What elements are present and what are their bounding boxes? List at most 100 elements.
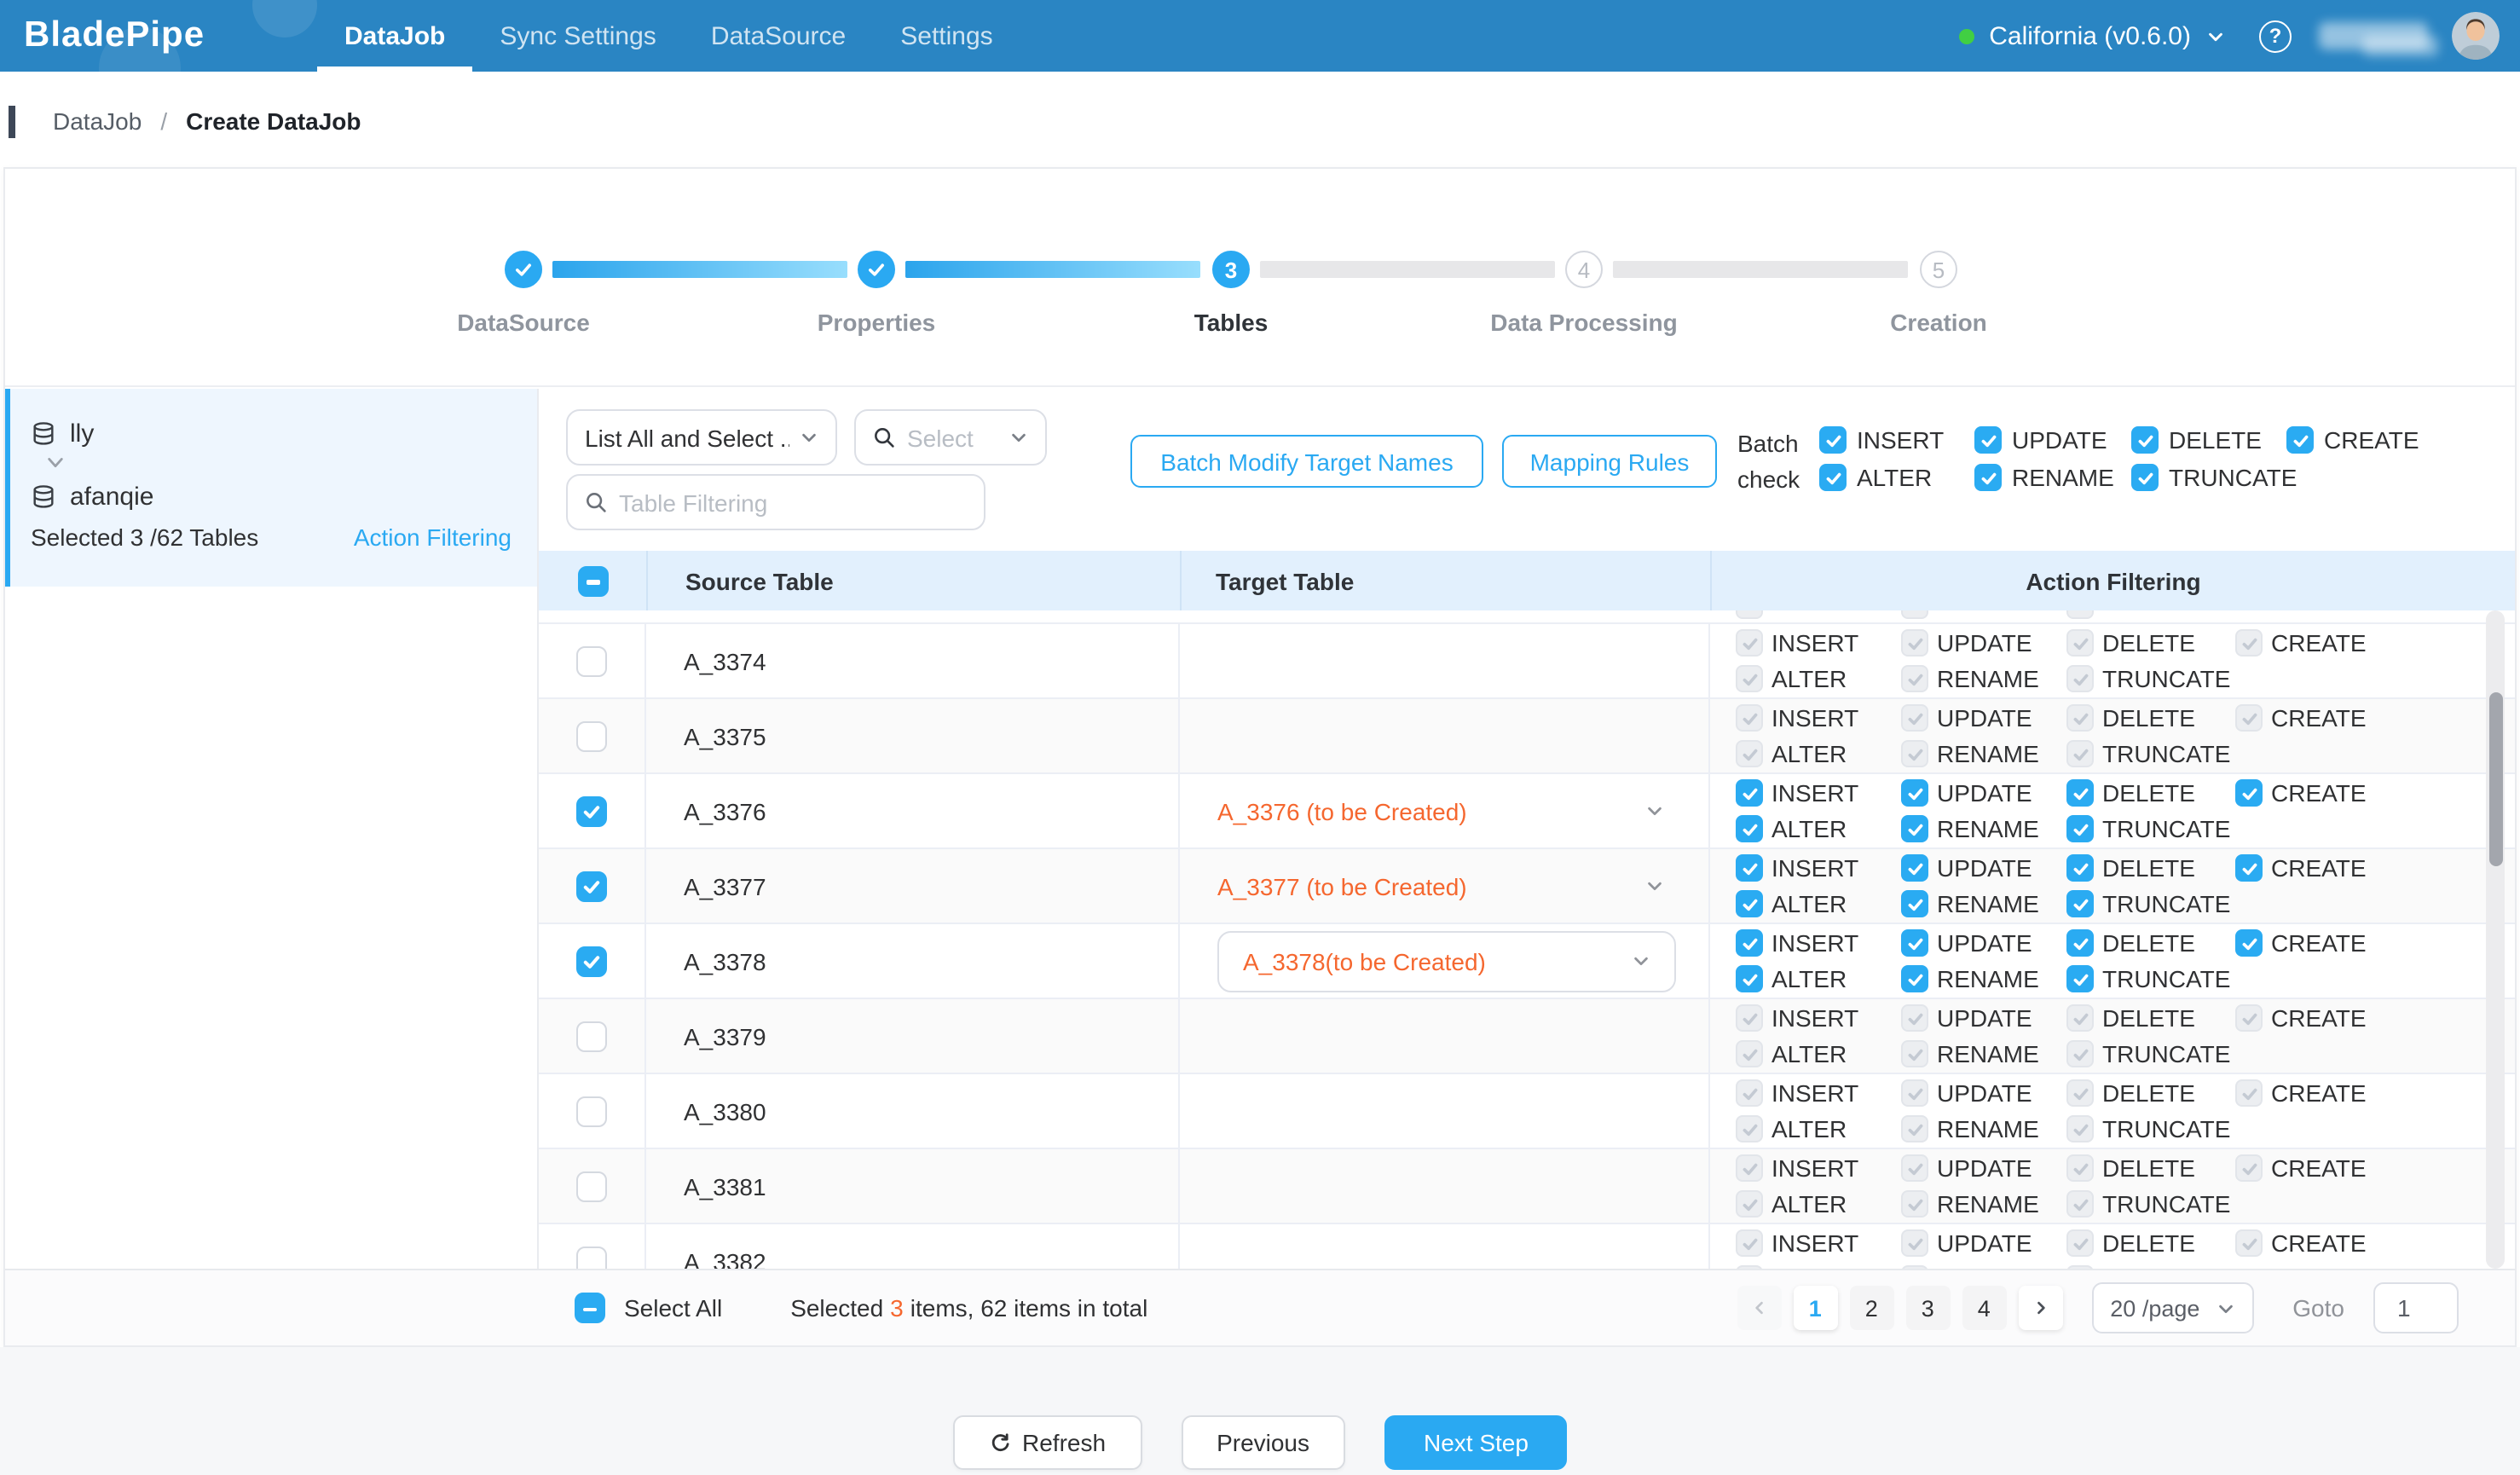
target-table-select[interactable]: A_3378(to be Created) [1217, 930, 1676, 992]
action-checkbox[interactable] [2235, 629, 2263, 657]
table-select[interactable]: Select [854, 409, 1047, 466]
action-item[interactable]: INSERT [1736, 1154, 1901, 1182]
batch-action-item[interactable]: DELETE [2131, 426, 2286, 454]
action-checkbox[interactable] [2066, 665, 2094, 692]
action-checkbox[interactable] [1901, 1154, 1928, 1182]
action-item[interactable]: TRUNCATE [2066, 1190, 2235, 1218]
action-checkbox[interactable] [1736, 1190, 1763, 1218]
action-checkbox[interactable] [2066, 1079, 2094, 1107]
action-item[interactable]: DELETE [2066, 1004, 2235, 1032]
action-item[interactable]: INSERT [1736, 629, 1901, 657]
action-item[interactable]: RENAME [1901, 1040, 2066, 1067]
action-item[interactable]: TRUNCATE [2066, 890, 2235, 917]
page-button[interactable]: 2 [1849, 1286, 1893, 1330]
target-table-select[interactable]: A_3377 (to be Created) [1217, 872, 1664, 899]
action-checkbox[interactable] [1901, 815, 1928, 842]
checkbox-checked[interactable] [1974, 426, 2002, 454]
action-checkbox[interactable] [2066, 629, 2094, 657]
action-item[interactable]: CREATE [2235, 1079, 2515, 1107]
action-item[interactable]: UPDATE [1901, 1229, 2066, 1257]
checkbox-checked[interactable] [1819, 426, 1847, 454]
action-item[interactable]: ALTER [1736, 965, 1901, 992]
action-item[interactable]: ALTER [1736, 740, 1901, 767]
action-item[interactable]: RENAME [1901, 665, 2066, 692]
action-checkbox[interactable] [1736, 854, 1763, 882]
batch-action-item[interactable]: RENAME [1974, 464, 2131, 491]
action-item[interactable]: CREATE [2235, 1154, 2515, 1182]
action-checkbox[interactable] [1901, 1115, 1928, 1142]
action-item[interactable]: DELETE [2066, 854, 2235, 882]
action-item[interactable]: UPDATE [1901, 1154, 2066, 1182]
batch-action-item[interactable]: ALTER [1819, 464, 1974, 491]
page-button[interactable]: 4 [1962, 1286, 2006, 1330]
row-checkbox[interactable] [576, 720, 607, 751]
action-checkbox[interactable] [1736, 890, 1763, 917]
action-checkbox[interactable] [1901, 665, 1928, 692]
action-item[interactable]: ALTER [1736, 815, 1901, 842]
action-checkbox[interactable] [2066, 1004, 2094, 1032]
action-checkbox[interactable] [1901, 1079, 1928, 1107]
action-item[interactable]: INSERT [1736, 1004, 1901, 1032]
action-checkbox[interactable] [1736, 1115, 1763, 1142]
action-item[interactable]: CREATE [2235, 929, 2515, 957]
row-checkbox[interactable] [576, 1021, 607, 1051]
action-checkbox[interactable] [1736, 1229, 1763, 1257]
action-checkbox[interactable] [2066, 929, 2094, 957]
action-checkbox[interactable] [1736, 815, 1763, 842]
action-item[interactable]: INSERT [1736, 929, 1901, 957]
action-item[interactable]: UPDATE [1901, 1004, 2066, 1032]
action-item[interactable]: TRUNCATE [2066, 665, 2235, 692]
checkbox-checked[interactable] [1819, 464, 1847, 491]
nav-tab[interactable]: DataJob [344, 0, 445, 72]
action-checkbox[interactable] [2066, 815, 2094, 842]
action-checkbox[interactable] [1901, 704, 1928, 732]
action-item[interactable]: CREATE [2235, 779, 2515, 807]
action-checkbox[interactable] [1901, 1004, 1928, 1032]
action-item[interactable]: ALTER [1736, 890, 1901, 917]
action-checkbox[interactable] [2066, 1115, 2094, 1142]
action-checkbox[interactable] [2066, 1040, 2094, 1067]
action-checkbox[interactable] [1736, 929, 1763, 957]
action-checkbox[interactable] [1736, 1004, 1763, 1032]
action-item[interactable]: RENAME [1901, 1190, 2066, 1218]
action-item[interactable]: DELETE [2066, 629, 2235, 657]
action-checkbox[interactable] [1736, 665, 1763, 692]
action-item[interactable]: ALTER [1736, 1040, 1901, 1067]
row-checkbox[interactable] [576, 1171, 607, 1201]
page-size-select[interactable]: 20 /page [2091, 1282, 2253, 1333]
action-item[interactable]: DELETE [2066, 1229, 2235, 1257]
action-checkbox[interactable] [1736, 704, 1763, 732]
action-item[interactable]: CREATE [2235, 629, 2515, 657]
action-item[interactable]: TRUNCATE [2066, 1115, 2235, 1142]
action-checkbox[interactable] [2066, 740, 2094, 767]
action-item[interactable]: TRUNCATE [2066, 1040, 2235, 1067]
goto-page-input[interactable] [2373, 1282, 2459, 1333]
nav-tab[interactable]: Settings [900, 0, 992, 72]
action-item[interactable]: CREATE [2235, 1229, 2515, 1257]
action-checkbox[interactable] [1901, 1040, 1928, 1067]
checkbox-checked[interactable] [2286, 426, 2314, 454]
action-checkbox[interactable] [2066, 1190, 2094, 1218]
action-checkbox[interactable] [1736, 965, 1763, 992]
action-checkbox[interactable] [1901, 1229, 1928, 1257]
action-checkbox[interactable] [2235, 1004, 2263, 1032]
action-checkbox[interactable] [1736, 1079, 1763, 1107]
action-item[interactable]: INSERT [1736, 1229, 1901, 1257]
action-item[interactable]: CREATE [2235, 1004, 2515, 1032]
target-table-select[interactable]: A_3376 (to be Created) [1217, 797, 1664, 824]
next-step-button[interactable]: Next Step [1384, 1415, 1568, 1470]
action-checkbox[interactable] [1901, 1190, 1928, 1218]
action-checkbox[interactable] [1736, 629, 1763, 657]
action-checkbox[interactable] [1736, 1040, 1763, 1067]
row-checkbox[interactable] [576, 795, 607, 826]
checkbox-checked[interactable] [2131, 426, 2159, 454]
action-item[interactable]: CREATE [2235, 854, 2515, 882]
action-checkbox[interactable] [2235, 1079, 2263, 1107]
nav-tab[interactable]: Sync Settings [500, 0, 656, 72]
batch-action-item[interactable]: UPDATE [1974, 426, 2131, 454]
action-checkbox[interactable] [1736, 740, 1763, 767]
action-item[interactable]: RENAME [1901, 740, 2066, 767]
selected-db-pair[interactable]: lly afanqie Selected 3 /62 Tables Action… [5, 389, 537, 587]
action-checkbox[interactable] [1736, 779, 1763, 807]
nav-tab[interactable]: DataSource [711, 0, 846, 72]
